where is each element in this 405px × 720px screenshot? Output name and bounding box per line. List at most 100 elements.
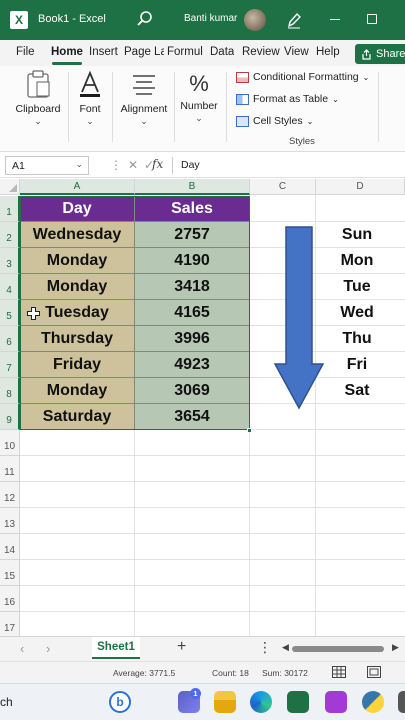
- conditional-formatting-button[interactable]: Conditional Formatting ⌄: [236, 71, 369, 83]
- row-header[interactable]: 12: [0, 482, 20, 508]
- minimize-button[interactable]: [330, 19, 340, 20]
- row-header[interactable]: 16: [0, 586, 20, 612]
- tab-review[interactable]: Review: [242, 46, 280, 58]
- weekday-cell[interactable]: Sun: [324, 226, 390, 244]
- sales-cell[interactable]: 3418: [135, 274, 250, 300]
- day-cell[interactable]: Thursday: [20, 326, 135, 352]
- sales-cell[interactable]: 4190: [135, 248, 250, 274]
- sales-cell[interactable]: 4923: [135, 352, 250, 378]
- chevron-right-icon[interactable]: ›: [46, 641, 50, 656]
- percent-icon: %: [189, 71, 209, 96]
- app-icon[interactable]: [325, 691, 347, 713]
- tab-view[interactable]: View: [284, 46, 309, 58]
- page-layout-view-icon[interactable]: [367, 666, 381, 678]
- row-header[interactable]: 8: [0, 378, 20, 404]
- normal-view-icon[interactable]: [332, 666, 346, 678]
- horizontal-scrollbar[interactable]: ◀ ▶: [282, 642, 400, 653]
- scrollbar-thumb[interactable]: [292, 646, 384, 652]
- day-cell[interactable]: Monday: [20, 248, 135, 274]
- column-header-c[interactable]: C: [250, 179, 316, 195]
- row-header[interactable]: 9: [0, 404, 20, 430]
- user-name[interactable]: Banti kumar: [184, 13, 237, 24]
- row-header[interactable]: 7: [0, 352, 20, 378]
- taskbar-search-text[interactable]: ch: [0, 695, 13, 709]
- header-cell-day[interactable]: Day: [20, 196, 135, 222]
- sales-cell[interactable]: 3996: [135, 326, 250, 352]
- formula-input[interactable]: Day: [181, 159, 200, 171]
- day-cell[interactable]: Saturday: [20, 404, 135, 430]
- fill-handle[interactable]: [247, 428, 252, 433]
- header-cell-sales[interactable]: Sales: [135, 196, 250, 222]
- tab-page-layout[interactable]: Page La: [124, 46, 164, 58]
- day-cell[interactable]: Friday: [20, 352, 135, 378]
- share-button[interactable]: Share: [355, 44, 405, 64]
- python-icon[interactable]: [362, 691, 384, 713]
- sales-cell[interactable]: 4165: [135, 300, 250, 326]
- weekday-cell[interactable]: Thu: [324, 330, 390, 348]
- row-header[interactable]: 1: [0, 196, 20, 222]
- row-header[interactable]: 3: [0, 248, 20, 274]
- day-cell[interactable]: Monday: [20, 378, 135, 404]
- font-group[interactable]: Font ⌄: [74, 70, 106, 127]
- row-header[interactable]: 14: [0, 534, 20, 560]
- scroll-left-icon[interactable]: ◀: [282, 642, 289, 653]
- avatar[interactable]: [244, 9, 266, 31]
- weekday-cell[interactable]: Tue: [324, 278, 390, 296]
- down-arrow-shape[interactable]: [272, 224, 326, 412]
- excel-taskbar-icon[interactable]: [287, 691, 309, 713]
- weekday-cell[interactable]: Sat: [324, 382, 390, 400]
- edge-icon[interactable]: [250, 691, 272, 713]
- tab-insert[interactable]: Insert: [89, 46, 118, 58]
- tab-data[interactable]: Data: [210, 46, 234, 58]
- app-icon-2[interactable]: [398, 691, 405, 713]
- row-header[interactable]: 5: [0, 300, 20, 326]
- row-header[interactable]: 13: [0, 508, 20, 534]
- sheet-tab[interactable]: Sheet1: [92, 637, 140, 659]
- ribbon-divider: [226, 72, 227, 142]
- chevron-left-icon[interactable]: ‹: [20, 641, 24, 656]
- row-header[interactable]: 11: [0, 456, 20, 482]
- add-sheet-button[interactable]: +: [177, 638, 186, 656]
- format-as-table-button[interactable]: Format as Table ⌄: [236, 93, 339, 105]
- row-header[interactable]: 15: [0, 560, 20, 586]
- tab-file[interactable]: File: [16, 46, 35, 58]
- row-header[interactable]: 4: [0, 274, 20, 300]
- cell-styles-button[interactable]: Cell Styles ⌄: [236, 115, 313, 127]
- clipboard-group[interactable]: Clipboard ⌄: [12, 70, 64, 127]
- sales-cell[interactable]: 3654: [135, 404, 250, 430]
- search-icon[interactable]: [136, 10, 154, 28]
- alignment-group[interactable]: Alignment ⌄: [118, 70, 170, 127]
- column-header-d[interactable]: D: [316, 179, 405, 195]
- weekday-cell[interactable]: Wed: [324, 304, 390, 322]
- maximize-button[interactable]: [367, 14, 377, 24]
- sales-cell[interactable]: 3069: [135, 378, 250, 404]
- tab-home[interactable]: Home: [51, 46, 83, 58]
- bing-icon[interactable]: b: [109, 691, 131, 713]
- row-header[interactable]: 2: [0, 222, 20, 248]
- tab-formulas[interactable]: Formul: [167, 46, 207, 58]
- pen-icon[interactable]: [286, 11, 302, 29]
- column-header-b[interactable]: B: [135, 179, 250, 195]
- more-options-icon[interactable]: ⋮: [258, 639, 272, 656]
- file-explorer-icon[interactable]: [214, 691, 236, 713]
- scroll-right-icon[interactable]: ▶: [392, 642, 399, 653]
- row-header[interactable]: 6: [0, 326, 20, 352]
- row-header[interactable]: 17: [0, 612, 20, 636]
- select-all-corner[interactable]: [0, 179, 20, 195]
- name-box[interactable]: A1 ⌄: [5, 156, 89, 175]
- clipboard-label: Clipboard: [15, 103, 61, 115]
- row-header[interactable]: 10: [0, 430, 20, 456]
- sales-cell[interactable]: 2757: [135, 222, 250, 248]
- weekday-cell[interactable]: Fri: [324, 356, 390, 374]
- day-cell[interactable]: Monday: [20, 274, 135, 300]
- worksheet-grid[interactable]: A B C D 1 2 3 4 5 6 7 8 9 10 11 12 13 14 15 16 17 Day Sal…: [0, 179, 405, 636]
- chevron-down-icon: ⌄: [332, 94, 339, 104]
- gridline: [20, 611, 405, 612]
- insert-function-button[interactable]: fx: [152, 157, 163, 171]
- tab-help[interactable]: Help: [316, 46, 340, 58]
- day-cell[interactable]: Wednesday: [20, 222, 135, 248]
- column-header-a[interactable]: A: [20, 179, 135, 195]
- weekday-cell[interactable]: Mon: [324, 252, 390, 270]
- status-count: Count: 18: [212, 668, 249, 678]
- number-group[interactable]: % Number ⌄: [178, 70, 220, 124]
